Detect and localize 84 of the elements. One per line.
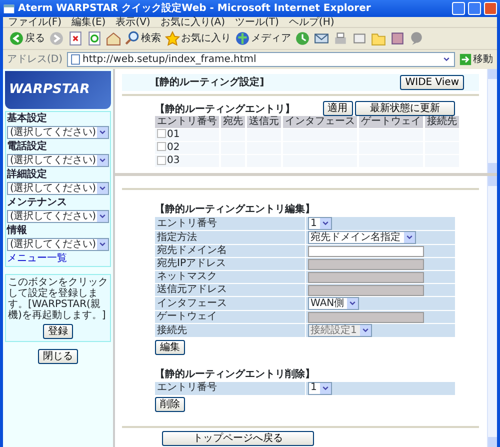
close-button[interactable]: 閉じる: [38, 348, 78, 364]
dropdown[interactable]: WAN側: [308, 297, 360, 310]
stop-icon[interactable]: [68, 31, 83, 46]
menu-link[interactable]: メニュー一覧: [7, 253, 109, 265]
wide-view-button[interactable]: WIDE View: [400, 75, 464, 90]
menu-dropdown[interactable]: (選択してください): [7, 126, 109, 139]
menu-item[interactable]: 表示(V): [116, 17, 150, 27]
column-header: エントリ番号: [155, 116, 220, 128]
section-title: 【静的ルーティングエントリ】: [155, 104, 295, 116]
field-label: ゲートウェイ: [155, 310, 305, 324]
go-button[interactable]: 移動: [459, 53, 493, 66]
address-field[interactable]: http://web.setup/index_frame.html: [66, 52, 455, 67]
menu-item[interactable]: ファイル(F): [8, 17, 62, 27]
menu-label: 基本設定: [7, 113, 48, 124]
field-label: 指定方法: [155, 230, 305, 244]
input-field[interactable]: [308, 246, 424, 256]
menu-label: 詳細設定: [7, 169, 48, 180]
table-cell: 01: [167, 128, 180, 140]
back-to-top-button[interactable]: トップページへ戻る: [162, 430, 314, 446]
speech-bubble-icon[interactable]: [409, 31, 424, 46]
column-header: ゲートウェイ: [358, 116, 424, 128]
logo: WARPSTAR: [5, 71, 111, 109]
checkbox[interactable]: [157, 156, 166, 165]
close-button[interactable]: [484, 2, 497, 15]
field-label: 接続先: [155, 324, 305, 337]
search-icon: [125, 31, 140, 46]
scrollbar[interactable]: [487, 69, 497, 173]
page-icon: [70, 54, 81, 65]
menu-dropdown[interactable]: (選択してください): [7, 154, 109, 167]
star-icon: [165, 31, 180, 46]
note-text: このボタンをクリックして設定を登録します。[WARPSTAR(親機)を再起動します。]: [8, 277, 108, 321]
edit-button[interactable]: 編集: [155, 340, 185, 354]
dropdown[interactable]: 1: [308, 382, 332, 394]
register-button[interactable]: 登録: [43, 324, 73, 338]
menu-dropdown[interactable]: (選択してください): [7, 238, 109, 251]
menu-label: メンテナンス: [7, 197, 68, 208]
dropdown[interactable]: 1: [308, 217, 332, 230]
table-cell: 02: [167, 142, 180, 152]
checkbox[interactable]: [157, 129, 166, 138]
minimize-button[interactable]: [452, 2, 465, 15]
home-icon[interactable]: [106, 31, 121, 46]
scrollbar[interactable]: [487, 176, 497, 447]
column-header: 送信元: [246, 116, 282, 128]
menu-dropdown[interactable]: (選択してください): [7, 182, 109, 195]
browser-icon: [3, 2, 15, 14]
section-title: 【静的ルーティングエントリ編集】: [155, 204, 316, 216]
menu-dropdown[interactable]: (選択してください): [7, 210, 109, 223]
section-title: 【静的ルーティングエントリ削除】: [155, 368, 316, 380]
window-title: Aterm WARPSTAR クイック設定Web - Microsoft Internet Explorer: [18, 2, 372, 14]
field-label: エントリ番号: [155, 381, 305, 394]
field-label: 宛先IPアドレス: [155, 258, 305, 270]
menu-item[interactable]: 編集(E): [72, 17, 106, 27]
refresh-button[interactable]: 最新状態に更新: [355, 100, 455, 116]
delete-button[interactable]: 削除: [155, 397, 185, 412]
field-label: ネットマスク: [155, 270, 305, 284]
column-header: 接続先: [424, 116, 460, 128]
envelope-icon[interactable]: [314, 31, 329, 46]
dropdown[interactable]: 宛先ドメイン名指定: [308, 231, 416, 244]
clock-icon[interactable]: [295, 31, 310, 46]
menu-item[interactable]: ツール(T): [235, 17, 279, 27]
menu-item[interactable]: お気に入り(A): [160, 17, 225, 27]
field-label: 宛先ドメイン名: [155, 244, 305, 258]
field-label: インタフェース: [155, 296, 305, 310]
printer-icon[interactable]: [333, 31, 348, 46]
toolbar-button[interactable]: 戻る: [9, 31, 45, 46]
field-label: 送信元アドレス: [155, 284, 305, 296]
toolbar-button[interactable]: お気に入り: [165, 31, 231, 46]
arrow-icon: [459, 53, 472, 66]
column-header: インタフェース: [282, 116, 358, 128]
toolbar-button[interactable]: 検索: [125, 31, 161, 46]
column-header: 宛先: [220, 116, 246, 128]
address-label: アドレス(D): [7, 54, 63, 66]
menu-label: 電話設定: [7, 141, 48, 152]
table-cell: 03: [167, 154, 180, 166]
refresh-icon[interactable]: [87, 31, 102, 46]
field-label: エントリ番号: [155, 216, 305, 230]
page-title: [静的ルーティング設定]: [155, 76, 264, 88]
document-icon[interactable]: [352, 31, 367, 46]
menu-label: 情報: [7, 225, 28, 236]
apply-button[interactable]: 適用: [322, 100, 352, 116]
toolbar-button[interactable]: メディア: [235, 31, 291, 46]
menu-item[interactable]: ヘルプ(H): [288, 17, 334, 27]
maximize-button[interactable]: [468, 2, 481, 15]
checkbox[interactable]: [157, 142, 166, 152]
